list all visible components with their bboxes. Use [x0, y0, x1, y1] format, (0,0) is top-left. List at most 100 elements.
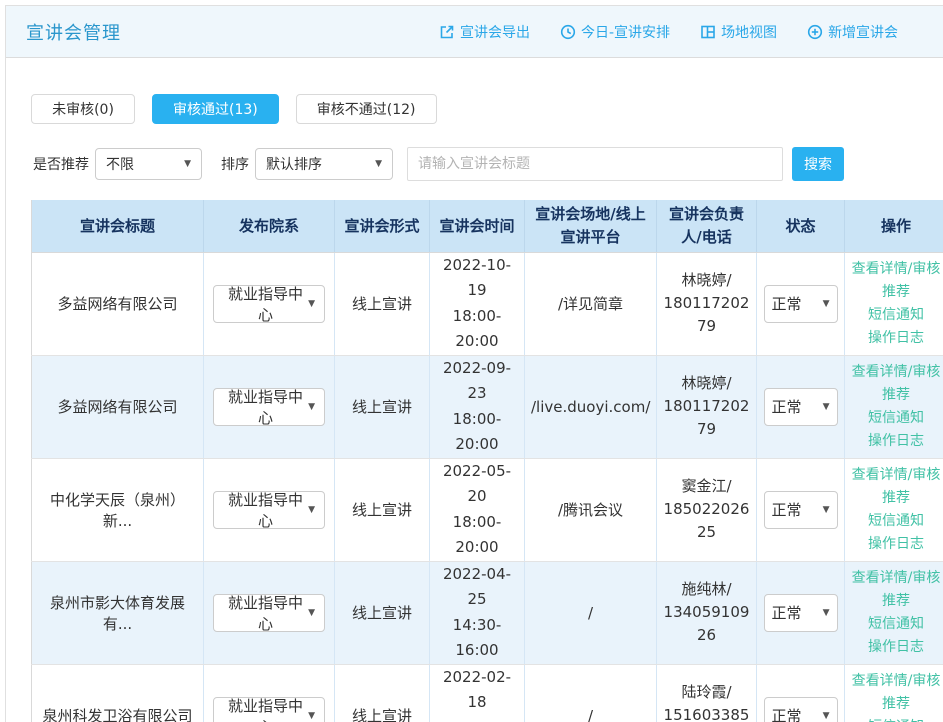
table-row: 泉州科发卫浴有限公司 就业指导中心 ▼ 线上宣讲 2022-02-18 15:0…	[32, 664, 943, 722]
chevron-down-icon: ▼	[308, 608, 315, 618]
today-schedule-label: 今日-宣讲安排	[581, 22, 670, 42]
presentation-management-page: 宣讲会管理 宣讲会导出 今日-宣讲安排 场地视图	[5, 5, 943, 722]
recommend-link[interactable]: 推荐	[847, 281, 943, 304]
department-select-value: 就业指导中心	[223, 592, 308, 634]
view-detail-review-link[interactable]: 查看详情/审核	[847, 464, 943, 487]
export-link-label: 宣讲会导出	[460, 22, 530, 42]
cell-venue: /详见简章	[525, 252, 657, 355]
sms-notify-link[interactable]: 短信通知	[847, 613, 943, 636]
sms-notify-link[interactable]: 短信通知	[847, 304, 943, 327]
recommend-link[interactable]: 推荐	[847, 487, 943, 510]
department-select[interactable]: 就业指导中心 ▼	[213, 594, 325, 632]
sms-notify-link[interactable]: 短信通知	[847, 510, 943, 533]
contact-name: 窦金江/	[659, 475, 754, 498]
cell-department: 就业指导中心 ▼	[204, 458, 335, 561]
cell-time: 2022-04-25 14:30-16:00	[430, 561, 525, 664]
sms-notify-link[interactable]: 短信通知	[847, 407, 943, 430]
cell-department: 就业指导中心 ▼	[204, 561, 335, 664]
table-header-row: 宣讲会标题 发布院系 宣讲会形式 宣讲会时间 宣讲会场地/线上宣讲平台 宣讲会负…	[32, 200, 943, 252]
cell-status: 正常 ▼	[757, 458, 845, 561]
chevron-down-icon: ▼	[308, 299, 315, 309]
status-select[interactable]: 正常 ▼	[764, 388, 838, 426]
venue-view-link[interactable]: 场地视图	[700, 22, 777, 42]
status-select[interactable]: 正常 ▼	[764, 285, 838, 323]
contact-name: 林晓婷/	[659, 269, 754, 292]
session-date: 2022-05-20	[436, 459, 518, 510]
cell-venue: /	[525, 664, 657, 722]
cell-contact: 林晓婷/ 18011720279	[657, 355, 757, 458]
department-select[interactable]: 就业指导中心 ▼	[213, 697, 325, 722]
recommend-select-value: 不限	[106, 154, 134, 174]
operation-log-link[interactable]: 操作日志	[847, 430, 943, 453]
header-contact: 宣讲会负责人/电话	[657, 200, 757, 252]
search-button[interactable]: 搜索	[792, 147, 844, 181]
search-input[interactable]	[407, 147, 783, 181]
header-time: 宣讲会时间	[430, 200, 525, 252]
cell-venue: /live.duoyi.com/	[525, 355, 657, 458]
operation-log-link[interactable]: 操作日志	[847, 327, 943, 350]
chevron-down-icon: ▼	[308, 711, 315, 721]
cell-title: 泉州科发卫浴有限公司	[32, 664, 204, 722]
department-select-value: 就业指导中心	[223, 386, 308, 428]
recommend-link[interactable]: 推荐	[847, 384, 943, 407]
tab-approved[interactable]: 审核通过(13)	[152, 94, 279, 124]
table-row: 多益网络有限公司 就业指导中心 ▼ 线上宣讲 2022-10-19 18:00-…	[32, 252, 943, 355]
chevron-down-icon: ▼	[823, 711, 830, 721]
header-format: 宣讲会形式	[335, 200, 430, 252]
contact-name: 陆玲霞/	[659, 681, 754, 704]
status-select[interactable]: 正常 ▼	[764, 491, 838, 529]
cell-status: 正常 ▼	[757, 355, 845, 458]
cell-department: 就业指导中心 ▼	[204, 252, 335, 355]
status-select[interactable]: 正常 ▼	[764, 594, 838, 632]
department-select-value: 就业指导中心	[223, 489, 308, 531]
page-title: 宣讲会管理	[26, 19, 121, 45]
contact-phone: 18011720279	[659, 292, 754, 339]
contact-phone: 18011720279	[659, 395, 754, 442]
recommend-link[interactable]: 推荐	[847, 590, 943, 613]
department-select[interactable]: 就业指导中心 ▼	[213, 491, 325, 529]
cell-time: 2022-05-20 18:00-20:00	[430, 458, 525, 561]
department-select[interactable]: 就业指导中心 ▼	[213, 388, 325, 426]
header-title: 宣讲会标题	[32, 200, 204, 252]
sms-notify-link[interactable]: 短信通知	[847, 716, 943, 722]
table-row: 多益网络有限公司 就业指导中心 ▼ 线上宣讲 2022-09-23 18:00-…	[32, 355, 943, 458]
session-time: 18:00-20:00	[436, 510, 518, 561]
cell-format: 线上宣讲	[335, 355, 430, 458]
chevron-down-icon: ▼	[308, 505, 315, 515]
today-schedule-link[interactable]: 今日-宣讲安排	[560, 22, 670, 42]
contact-name: 林晓婷/	[659, 372, 754, 395]
sort-filter-label: 排序	[221, 154, 249, 174]
header-department: 发布院系	[204, 200, 335, 252]
sort-select[interactable]: 默认排序 ▼	[255, 148, 393, 180]
department-select[interactable]: 就业指导中心 ▼	[213, 285, 325, 323]
session-date: 2022-10-19	[436, 253, 518, 304]
cell-venue: /腾讯会议	[525, 458, 657, 561]
header-status: 状态	[757, 200, 845, 252]
chevron-down-icon: ▼	[308, 402, 315, 412]
export-presentations-link[interactable]: 宣讲会导出	[439, 22, 530, 42]
operation-log-link[interactable]: 操作日志	[847, 636, 943, 659]
cell-status: 正常 ▼	[757, 561, 845, 664]
recommend-link[interactable]: 推荐	[847, 693, 943, 716]
department-select-value: 就业指导中心	[223, 695, 308, 722]
status-select[interactable]: 正常 ▼	[764, 697, 838, 722]
topbar: 宣讲会管理 宣讲会导出 今日-宣讲安排 场地视图	[6, 6, 943, 58]
add-presentation-link[interactable]: 新增宣讲会	[807, 22, 898, 42]
cell-actions: 查看详情/审核 推荐 短信通知 操作日志	[845, 458, 943, 561]
cell-department: 就业指导中心 ▼	[204, 664, 335, 722]
cell-format: 线上宣讲	[335, 561, 430, 664]
recommend-select[interactable]: 不限 ▼	[95, 148, 202, 180]
sort-select-value: 默认排序	[266, 154, 322, 174]
cell-time: 2022-09-23 18:00-20:00	[430, 355, 525, 458]
view-detail-review-link[interactable]: 查看详情/审核	[847, 670, 943, 693]
add-presentation-label: 新增宣讲会	[828, 22, 898, 42]
tab-rejected[interactable]: 审核不通过(12)	[296, 94, 437, 124]
tab-unreviewed[interactable]: 未审核(0)	[31, 94, 135, 124]
view-detail-review-link[interactable]: 查看详情/审核	[847, 361, 943, 384]
operation-log-link[interactable]: 操作日志	[847, 533, 943, 556]
view-detail-review-link[interactable]: 查看详情/审核	[847, 567, 943, 590]
view-detail-review-link[interactable]: 查看详情/审核	[847, 258, 943, 281]
session-time: 15:00-16:00	[436, 716, 518, 722]
header-actions: 操作	[845, 200, 943, 252]
cell-status: 正常 ▼	[757, 664, 845, 722]
